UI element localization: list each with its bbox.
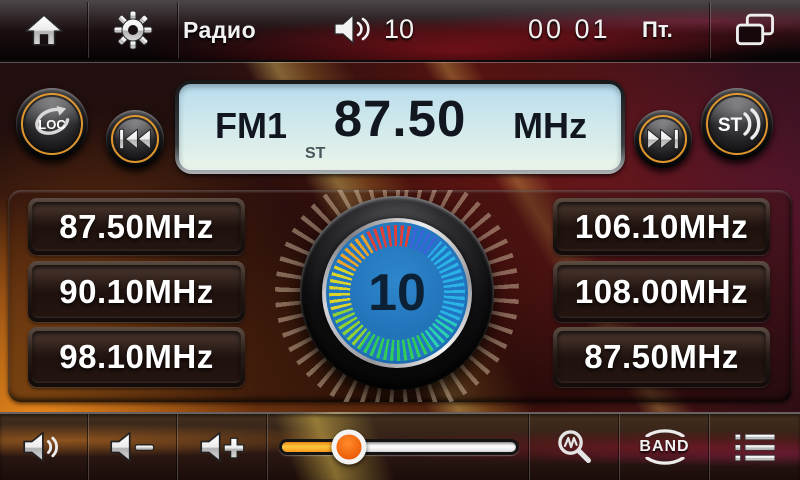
stereo-button[interactable]: ST xyxy=(701,88,773,160)
home-icon xyxy=(25,13,63,47)
volume-slider[interactable] xyxy=(279,439,519,455)
preset-button-3[interactable]: 98.10MHz xyxy=(28,327,245,387)
knob-face: 10 xyxy=(326,222,468,364)
top-bar: Радио 10 00 01 Пт. xyxy=(0,0,800,62)
volume-slider-thumb[interactable] xyxy=(331,430,366,465)
band-button[interactable]: BAND xyxy=(620,414,710,480)
band-label: BAND xyxy=(639,438,689,456)
menu-button[interactable] xyxy=(710,414,800,480)
preset-label: 106.10MHz xyxy=(557,202,766,251)
speaker-icon xyxy=(22,430,66,464)
magnifier-wave-icon xyxy=(556,428,594,466)
preset-button-6[interactable]: 87.50MHz xyxy=(553,327,770,387)
volume-knob[interactable]: 10 xyxy=(300,196,494,390)
scan-button[interactable] xyxy=(530,414,620,480)
speaker-minus-icon xyxy=(109,430,157,464)
overlapping-windows-icon xyxy=(735,13,775,47)
volume-slider-cell xyxy=(268,414,530,480)
loc-label: LOC xyxy=(38,117,66,132)
skip-forward-icon xyxy=(646,126,680,152)
volume-level: 10 xyxy=(384,14,414,45)
preset-button-5[interactable]: 108.00MHz xyxy=(553,261,770,322)
volume-up-button[interactable] xyxy=(178,414,268,480)
skip-back-icon xyxy=(118,126,152,152)
loc-swirl-icon: LOC xyxy=(26,98,78,150)
settings-button[interactable] xyxy=(88,0,178,60)
day-label: Пт. xyxy=(642,17,673,43)
next-button[interactable] xyxy=(634,110,692,168)
preset-button-1[interactable]: 87.50MHz xyxy=(28,198,245,255)
volume-down-button[interactable] xyxy=(89,414,178,480)
mute-button[interactable] xyxy=(0,414,89,480)
clock: 00 01 xyxy=(528,14,611,45)
preset-label: 108.00MHz xyxy=(557,265,766,318)
band-waves-icon: BAND xyxy=(639,426,689,468)
volume-indicator: 10 xyxy=(333,12,414,46)
list-icon xyxy=(735,432,775,463)
speaker-plus-icon xyxy=(199,430,247,464)
lcd-face: FM1 87.50 MHz ST xyxy=(179,84,621,170)
radio-screen: Радио 10 00 01 Пт. xyxy=(0,0,800,480)
bottom-bar: BAND xyxy=(0,412,800,480)
divider xyxy=(178,2,179,58)
knob-silver-ring: 10 xyxy=(322,218,472,368)
window-switch-button[interactable] xyxy=(710,0,800,60)
preset-label: 87.50MHz xyxy=(557,331,766,383)
frequency-unit: MHz xyxy=(513,105,587,147)
speaker-waves-icon xyxy=(333,12,375,46)
gear-icon xyxy=(113,10,153,50)
preset-label: 90.10MHz xyxy=(32,265,241,318)
previous-button[interactable] xyxy=(106,110,164,168)
knob-value: 10 xyxy=(350,246,444,340)
home-button[interactable] xyxy=(0,0,88,60)
preset-button-4[interactable]: 106.10MHz xyxy=(553,198,770,255)
preset-label: 98.10MHz xyxy=(32,331,241,383)
preset-label: 87.50MHz xyxy=(32,202,241,251)
preset-panel: 87.50MHz 90.10MHz 98.10MHz 106.10MHz 108… xyxy=(8,190,792,402)
stereo-button-label: ST xyxy=(718,115,743,136)
loc-button[interactable]: LOC xyxy=(16,88,88,160)
stereo-indicator: ST xyxy=(305,145,325,163)
frequency-display: FM1 87.50 MHz ST xyxy=(175,80,625,174)
page-title: Радио xyxy=(183,17,256,44)
preset-button-2[interactable]: 90.10MHz xyxy=(28,261,245,322)
stereo-waves-icon: ST xyxy=(711,104,763,144)
